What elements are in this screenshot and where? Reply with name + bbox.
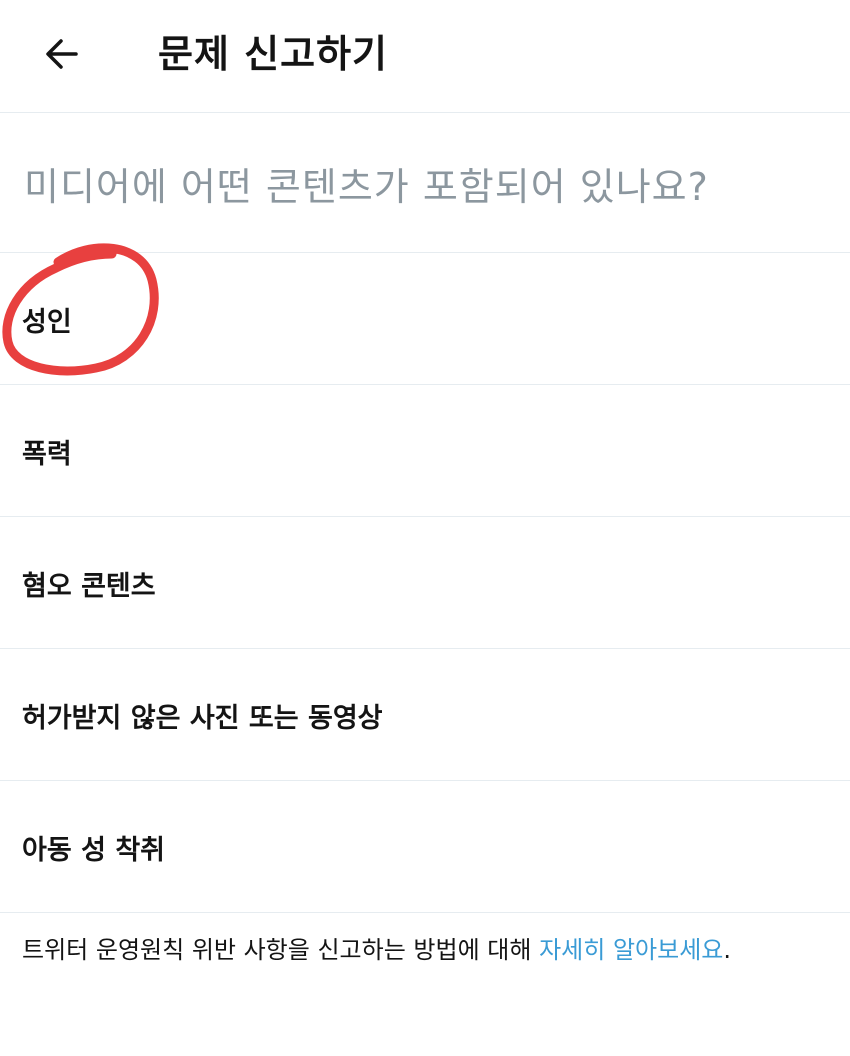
- option-label: 혐오 콘텐츠: [22, 570, 156, 602]
- question-heading: 미디어에 어떤 콘텐츠가 포함되어 있나요?: [24, 165, 709, 209]
- arrow-left-icon: [46, 39, 78, 69]
- option-violence[interactable]: 폭력: [0, 385, 850, 517]
- learn-more-link[interactable]: 자세히 알아보세요: [539, 936, 723, 964]
- option-label: 허가받지 않은 사진 또는 동영상: [22, 702, 383, 734]
- footer-help-text: 트위터 운영원칙 위반 사항을 신고하는 방법에 대해 자세히 알아보세요.: [22, 930, 837, 970]
- footer-period: .: [723, 936, 732, 964]
- option-label: 성인: [22, 306, 72, 338]
- option-child-exploitation[interactable]: 아동 성 착취: [0, 781, 850, 913]
- app-header: 문제 신고하기: [0, 0, 850, 113]
- option-hateful-content[interactable]: 혐오 콘텐츠: [0, 517, 850, 649]
- option-adult[interactable]: 성인: [0, 253, 850, 385]
- option-label: 폭력: [22, 438, 72, 470]
- footer-text: 트위터 운영원칙 위반 사항을 신고하는 방법에 대해: [22, 936, 540, 964]
- report-options-list: 성인 폭력 혐오 콘텐츠 허가받지 않은 사진 또는 동영상 아동 성 착취: [0, 252, 850, 913]
- option-unauthorized-media[interactable]: 허가받지 않은 사진 또는 동영상: [0, 649, 850, 781]
- page-title: 문제 신고하기: [158, 32, 388, 76]
- back-button[interactable]: [38, 30, 86, 78]
- option-label: 아동 성 착취: [22, 834, 165, 866]
